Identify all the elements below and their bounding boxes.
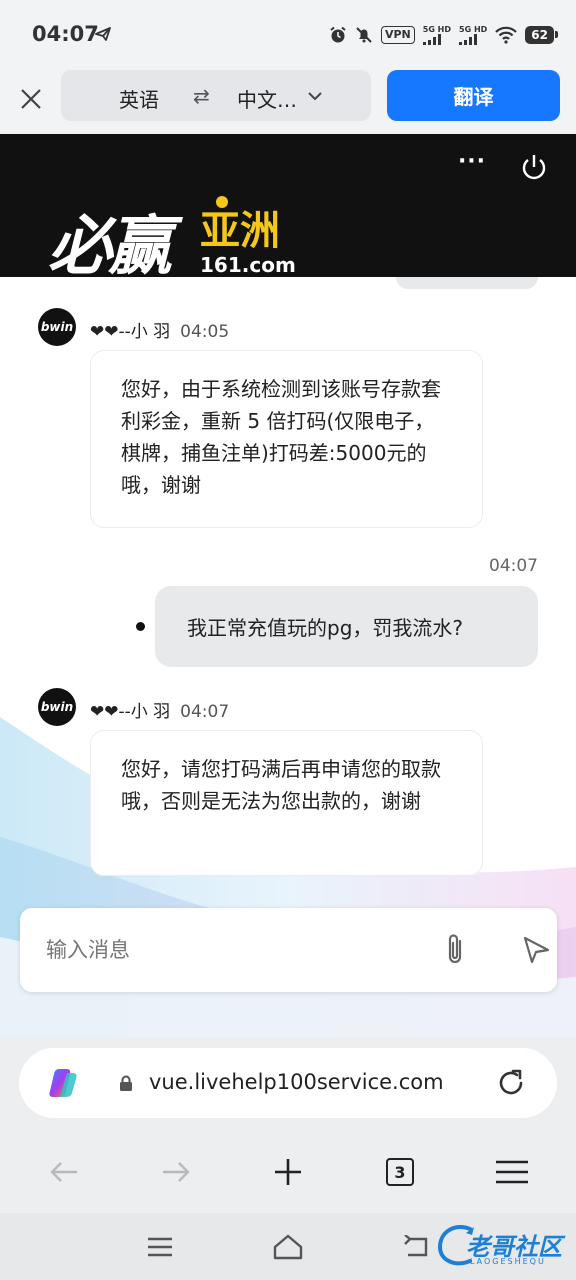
- incoming-message: 您好，由于系统检测到该账号存款套利彩金，重新 5 倍打码(仅限电子，棋牌，捕鱼注…: [90, 350, 483, 528]
- lock-icon: [120, 1075, 132, 1091]
- message-time: 04:05: [180, 322, 230, 342]
- signal-2-label: 5G HD: [459, 25, 488, 34]
- back-icon: [404, 1235, 428, 1257]
- logo-dot: [216, 196, 228, 208]
- watermark-subtext: LAOGESHEQU: [470, 1257, 546, 1266]
- attachment-icon[interactable]: [440, 932, 470, 968]
- plus-icon: [275, 1159, 301, 1185]
- logo-main-text: 必赢: [48, 209, 172, 278]
- wifi-icon: [495, 26, 518, 44]
- new-tab-button[interactable]: [264, 1151, 312, 1193]
- tabs-button[interactable]: 3: [376, 1151, 424, 1193]
- language-selector[interactable]: 英语 ⇄ 中文…: [61, 70, 371, 121]
- site-banner: ··· 必赢 亚洲 161.com: [0, 134, 576, 277]
- forward-button[interactable]: [152, 1151, 200, 1193]
- status-bar: 04:07 VPN 5G HD 5G HD 62: [0, 0, 576, 70]
- alarm-icon: [330, 26, 346, 43]
- recents-button[interactable]: [140, 1229, 180, 1265]
- previous-message-bubble: [396, 277, 538, 289]
- logo-asia-text: 亚洲: [200, 208, 280, 254]
- sender-name: ❤❤--小 羽: [90, 702, 171, 722]
- address-bar[interactable]: vue.livehelp100service.com: [19, 1048, 557, 1118]
- system-navigation-bar: 老哥社区 LAOGESHEQU: [0, 1213, 576, 1280]
- hamburger-icon: [496, 1160, 528, 1184]
- signal-2: 5G HD: [459, 25, 487, 45]
- send-icon[interactable]: [520, 934, 552, 966]
- status-time: 04:07: [32, 22, 99, 46]
- message-input-box: [20, 908, 557, 992]
- logo-url-text: 161.com: [200, 253, 296, 277]
- signal-1: 5G HD: [422, 25, 452, 45]
- translate-button[interactable]: 翻译: [387, 70, 560, 121]
- signal-2-bars: [459, 34, 478, 45]
- home-icon: [273, 1234, 303, 1260]
- signal-1-bars: [422, 34, 441, 45]
- arrow-left-icon: [50, 1162, 77, 1182]
- arrow-right-icon: [163, 1162, 190, 1182]
- browser-address-area: vue.livehelp100service.com: [0, 1037, 576, 1137]
- sender-name: ❤❤--小 羽: [90, 322, 171, 342]
- swap-languages-icon[interactable]: ⇄: [193, 84, 210, 108]
- home-button[interactable]: [268, 1229, 308, 1265]
- menu-button[interactable]: [488, 1151, 536, 1193]
- signal-1-label: 5G HD: [422, 25, 452, 34]
- avatar: bwin: [38, 308, 76, 346]
- reload-icon[interactable]: [495, 1067, 527, 1099]
- unread-dot: [136, 622, 145, 631]
- chevron-down-icon[interactable]: [307, 88, 323, 104]
- source-language[interactable]: 英语: [119, 84, 159, 113]
- sender-line: ❤❤--小 羽 04:07: [90, 697, 229, 722]
- battery-indicator: 62: [525, 26, 558, 44]
- message-time: 04:07: [180, 702, 230, 722]
- status-icons: VPN 5G HD 5G HD 62: [329, 22, 558, 48]
- power-icon[interactable]: [518, 152, 550, 184]
- sender-line: ❤❤--小 羽 04:05: [90, 317, 229, 342]
- watermark-logo: 老哥社区 LAOGESHEQU: [436, 1221, 566, 1273]
- mute-icon: [356, 27, 372, 43]
- browser-toolbar: 3: [0, 1137, 576, 1213]
- incoming-message: 您好，请您打码满后再申请您的取款哦，否则是无法为您出款的，谢谢: [90, 730, 483, 876]
- recents-icon: [148, 1237, 172, 1257]
- translate-bar: 英语 ⇄ 中文… 翻译: [0, 70, 576, 134]
- target-language[interactable]: 中文…: [237, 84, 297, 113]
- message-input[interactable]: [46, 930, 426, 970]
- more-options-icon[interactable]: ···: [452, 151, 492, 176]
- close-button[interactable]: [14, 82, 48, 116]
- system-back-button[interactable]: [396, 1229, 436, 1265]
- message-time: 04:07: [489, 556, 538, 576]
- chat-area[interactable]: bwin ❤❤--小 羽 04:05 您好，由于系统检测到该账号存款套利彩金，重新…: [0, 277, 576, 1037]
- back-button[interactable]: [40, 1151, 88, 1193]
- outgoing-message: 我正常充值玩的pg，罚我流水?: [155, 586, 538, 667]
- tabs-count: 3: [386, 1158, 414, 1186]
- close-icon: [21, 89, 41, 109]
- vpn-badge: VPN: [380, 26, 415, 44]
- copilot-icon[interactable]: [45, 1065, 81, 1101]
- avatar: bwin: [38, 688, 76, 726]
- telegram-icon: [95, 27, 111, 41]
- url-text[interactable]: vue.livehelp100service.com: [149, 1070, 444, 1094]
